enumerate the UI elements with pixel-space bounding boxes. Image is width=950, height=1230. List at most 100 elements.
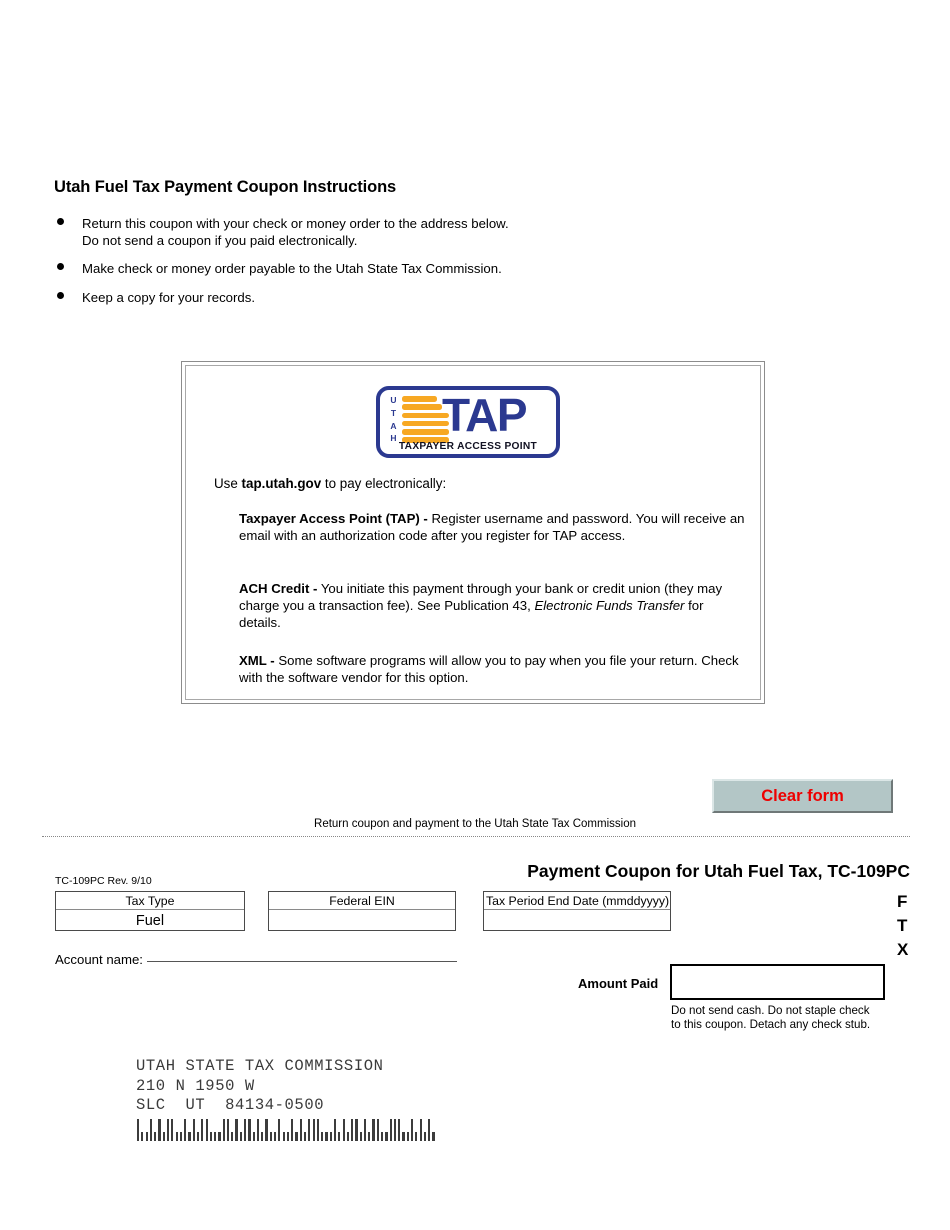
tap-logo-subtitle: TAXPAYER ACCESS POINT bbox=[398, 441, 538, 452]
barcode-bar bbox=[316, 1119, 319, 1141]
tap-logo-utah-text: U T A H bbox=[387, 396, 400, 443]
tap-panel-inner: U T A H TAP TAXPAYER ACCESS POINT Use ta… bbox=[185, 365, 761, 700]
barcode-bar bbox=[308, 1119, 311, 1141]
barcode-bar bbox=[239, 1132, 242, 1141]
utah-letter-t: T bbox=[390, 407, 397, 418]
list-item: Return this coupon with your check or mo… bbox=[54, 216, 674, 249]
barcode-bar bbox=[269, 1132, 272, 1141]
field-tax-period-end-date-input[interactable] bbox=[484, 910, 670, 931]
form-revision-label: TC-109PC Rev. 9/10 bbox=[55, 875, 152, 887]
list-item: Make check or money order payable to the… bbox=[54, 261, 674, 278]
amount-paid-note-line1: Do not send cash. Do not staple check bbox=[671, 1004, 870, 1017]
barcode-bar bbox=[393, 1119, 397, 1141]
tap-url: tap.utah.gov bbox=[241, 476, 322, 491]
barcode-bar bbox=[274, 1132, 277, 1141]
tap-item-heading: Taxpayer Access Point (TAP) - bbox=[239, 511, 428, 526]
barcode-bar bbox=[342, 1119, 345, 1141]
amount-paid-input[interactable] bbox=[670, 964, 885, 1000]
barcode-bar bbox=[209, 1132, 212, 1141]
field-tax-type[interactable]: Tax Type Fuel bbox=[55, 891, 245, 931]
list-item: Keep a copy for your records. bbox=[54, 290, 674, 307]
barcode-bar bbox=[381, 1132, 384, 1141]
barcode-bar bbox=[419, 1119, 422, 1141]
return-coupon-note: Return coupon and payment to the Utah St… bbox=[314, 818, 636, 830]
barcode-bar bbox=[355, 1119, 358, 1141]
barcode-bar bbox=[321, 1132, 324, 1141]
barcode-bar bbox=[244, 1119, 247, 1141]
barcode-bar bbox=[363, 1119, 367, 1141]
field-federal-ein[interactable]: Federal EIN bbox=[268, 891, 456, 931]
list-item-line2: Do not send a coupon if you paid electro… bbox=[82, 232, 358, 248]
amount-paid-label: Amount Paid bbox=[578, 976, 659, 991]
field-tax-type-label: Tax Type bbox=[56, 892, 244, 910]
mailing-address: UTAH STATE TAX COMMISSION 210 N 1950 W S… bbox=[136, 1057, 384, 1115]
amount-paid-note: Do not send cash. Do not staple check to… bbox=[671, 1004, 901, 1031]
tap-use-after: to pay electronically: bbox=[321, 476, 447, 491]
account-name-input[interactable] bbox=[146, 950, 457, 962]
barcode-bar bbox=[376, 1119, 379, 1141]
tap-logo-wordmark: TAP bbox=[442, 389, 528, 441]
barcode-bar bbox=[137, 1119, 140, 1141]
barcode-bar bbox=[338, 1132, 341, 1141]
barcode-bar bbox=[214, 1132, 217, 1141]
tap-item-ach-credit: ACH Credit - You initiate this payment t… bbox=[239, 580, 747, 631]
list-item-line1: Make check or money order payable to the… bbox=[82, 261, 502, 276]
barcode-bar bbox=[201, 1119, 204, 1141]
ftx-letter-t: T bbox=[897, 916, 908, 935]
barcode-bar bbox=[141, 1132, 144, 1141]
barcode-bar bbox=[372, 1119, 375, 1141]
tap-item-taxpayer-access-point: Taxpayer Access Point (TAP) - Register u… bbox=[239, 510, 747, 544]
tap-item-xml: XML - Some software programs will allow … bbox=[239, 652, 747, 686]
ftx-letter-f: F bbox=[897, 892, 908, 911]
barcode-bar bbox=[359, 1132, 362, 1141]
barcode-bar bbox=[278, 1119, 281, 1141]
barcode-bar bbox=[261, 1132, 264, 1141]
barcode-bar bbox=[188, 1132, 191, 1141]
barcode-bar bbox=[145, 1132, 148, 1141]
tap-item-body: Some software programs will allow you to… bbox=[239, 653, 739, 685]
clear-form-button[interactable]: Clear form bbox=[712, 779, 893, 813]
page-title: Utah Fuel Tax Payment Coupon Instruction… bbox=[54, 178, 397, 196]
tap-item-heading: XML - bbox=[239, 653, 275, 668]
barcode-bar bbox=[312, 1119, 315, 1141]
barcode-bar bbox=[218, 1132, 221, 1141]
barcode-bar bbox=[329, 1132, 332, 1141]
barcode-bar bbox=[411, 1119, 414, 1141]
barcode-bar bbox=[231, 1132, 234, 1141]
barcode-bar bbox=[299, 1119, 302, 1141]
barcode-bar bbox=[226, 1119, 230, 1141]
barcode-bar bbox=[235, 1119, 238, 1141]
barcode-bar bbox=[184, 1119, 187, 1141]
tap-logo: U T A H TAP TAXPAYER ACCESS POINT bbox=[376, 386, 560, 458]
coupon-title: Payment Coupon for Utah Fuel Tax, TC-109… bbox=[527, 861, 910, 881]
barcode-bar bbox=[385, 1132, 388, 1141]
barcode-bar bbox=[175, 1132, 178, 1141]
utah-letter-a: A bbox=[390, 420, 397, 431]
detach-divider bbox=[42, 836, 910, 837]
postnet-barcode bbox=[137, 1119, 435, 1141]
barcode-bar bbox=[154, 1132, 157, 1141]
barcode-bar bbox=[265, 1119, 268, 1141]
barcode-bar bbox=[325, 1132, 328, 1141]
barcode-bar bbox=[423, 1132, 427, 1141]
tap-use-before: Use bbox=[214, 476, 242, 491]
barcode-bar bbox=[158, 1119, 161, 1141]
field-tax-period-end-date-label: Tax Period End Date (mmddyyyy) bbox=[484, 892, 670, 910]
barcode-bar bbox=[406, 1132, 409, 1141]
barcode-bar bbox=[222, 1119, 225, 1141]
barcode-bar bbox=[179, 1132, 182, 1141]
instructions-list: Return this coupon with your check or mo… bbox=[54, 216, 674, 318]
barcode-bar bbox=[256, 1119, 260, 1141]
barcode-bar bbox=[171, 1119, 174, 1141]
ftx-letter-x: X bbox=[897, 940, 909, 959]
utah-letter-u: U bbox=[390, 395, 397, 405]
amount-paid-note-line2: to this coupon. Detach any check stub. bbox=[671, 1017, 871, 1031]
bullet-icon bbox=[57, 263, 64, 270]
tap-use-line: Use tap.utah.gov to pay electronically: bbox=[214, 476, 446, 491]
barcode-bar bbox=[286, 1132, 290, 1141]
field-tax-period-end-date[interactable]: Tax Period End Date (mmddyyyy) bbox=[483, 891, 671, 931]
field-federal-ein-input[interactable] bbox=[269, 910, 455, 931]
barcode-bar bbox=[282, 1132, 285, 1141]
barcode-bar bbox=[192, 1119, 195, 1141]
field-tax-type-value[interactable]: Fuel bbox=[56, 910, 244, 931]
